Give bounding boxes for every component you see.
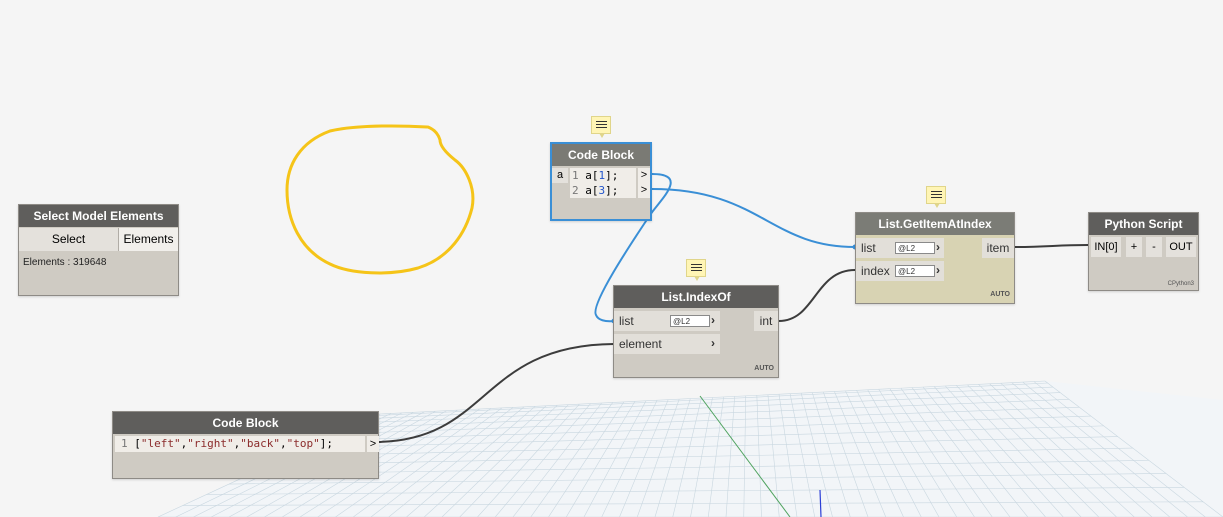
engine-label: CPython3 bbox=[1167, 281, 1194, 287]
node-title: Python Script bbox=[1089, 213, 1198, 235]
lacing-mode-label: AUTO bbox=[754, 365, 774, 372]
annotation-circle bbox=[285, 124, 475, 275]
code-block-node[interactable]: Code Block 1 ["left","right","back","top… bbox=[112, 411, 379, 479]
lacing-dropdown[interactable]: @L2 bbox=[895, 242, 935, 254]
output-port-2[interactable]: > bbox=[638, 183, 650, 198]
code-text: ["left","right","back","top"]; bbox=[134, 437, 333, 450]
wire-getitem-to-python[interactable] bbox=[1014, 244, 1089, 248]
chevron-right-icon: › bbox=[711, 313, 715, 327]
code-editor[interactable]: 1 ["left","right","back","top"]; bbox=[115, 436, 365, 452]
output-port-item[interactable]: item bbox=[982, 238, 1014, 258]
note-icon[interactable] bbox=[686, 259, 706, 281]
lacing-dropdown[interactable]: @L2 bbox=[895, 265, 935, 277]
output-port-1[interactable]: > bbox=[638, 168, 650, 183]
node-title: Code Block bbox=[552, 144, 650, 166]
select-button[interactable]: Select bbox=[19, 228, 119, 251]
line-number: 1 bbox=[121, 437, 128, 450]
list-indexof-node[interactable]: List.IndexOf list @L2 › element › int AU… bbox=[613, 285, 779, 378]
code-text: a[1]; bbox=[585, 169, 619, 182]
chevron-right-icon: › bbox=[936, 263, 940, 277]
list-getitematindex-node[interactable]: List.GetItemAtIndex list @L2 › index @L2… bbox=[855, 212, 1015, 304]
note-icon[interactable] bbox=[591, 116, 611, 138]
select-model-elements-node[interactable]: Select Model Elements Select Elements El… bbox=[18, 204, 179, 296]
code-text: a[3]; bbox=[585, 184, 619, 197]
wire-indexof-to-getitem-index[interactable] bbox=[778, 269, 856, 322]
elements-count: Elements : 319648 bbox=[23, 257, 107, 268]
code-block-node[interactable]: Code Block a 1 a[1]; 2 a[3]; > > bbox=[550, 142, 652, 221]
output-port-elements[interactable]: Elements bbox=[119, 228, 178, 251]
node-title: Code Block bbox=[113, 412, 378, 434]
remove-input-button[interactable]: - bbox=[1146, 237, 1162, 257]
input-port-element[interactable]: element bbox=[614, 334, 720, 354]
line-number: 2 bbox=[572, 184, 579, 197]
note-icon[interactable] bbox=[926, 186, 946, 208]
node-title: Select Model Elements bbox=[19, 205, 178, 227]
chevron-right-icon: › bbox=[711, 336, 715, 350]
code-editor[interactable]: 1 a[1]; 2 a[3]; bbox=[570, 168, 636, 198]
lacing-mode-label: AUTO bbox=[990, 291, 1010, 298]
lacing-dropdown[interactable]: @L2 bbox=[670, 315, 710, 327]
output-port[interactable]: > bbox=[367, 436, 379, 452]
add-input-button[interactable]: + bbox=[1126, 237, 1142, 257]
line-number: 1 bbox=[572, 169, 579, 182]
chevron-right-icon: › bbox=[936, 240, 940, 254]
wire-codeblock-to-getitem-list[interactable] bbox=[651, 188, 856, 248]
node-title: List.GetItemAtIndex bbox=[856, 213, 1014, 235]
node-title: List.IndexOf bbox=[614, 286, 778, 308]
input-port-a[interactable]: a bbox=[552, 168, 568, 183]
output-port-out[interactable]: OUT bbox=[1166, 237, 1196, 257]
input-port-in0[interactable]: IN[0] bbox=[1091, 237, 1121, 257]
output-port-int[interactable]: int bbox=[754, 311, 778, 331]
python-script-node[interactable]: Python Script IN[0] + - OUT CPython3 bbox=[1088, 212, 1199, 291]
